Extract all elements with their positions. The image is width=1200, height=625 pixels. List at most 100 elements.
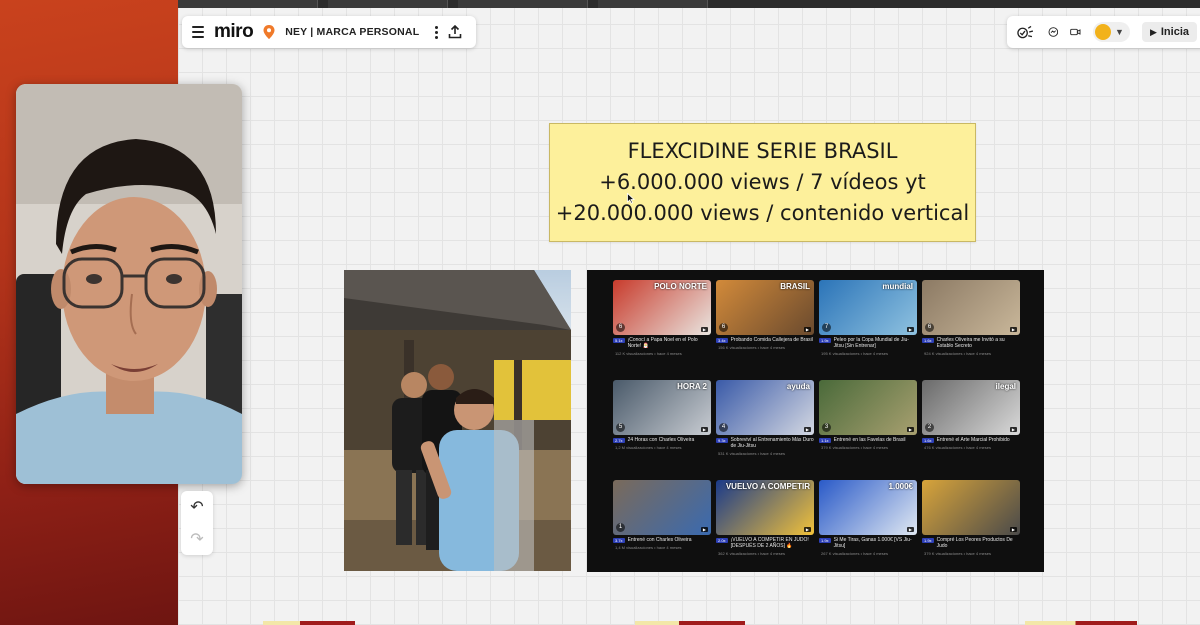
undo-redo-controls: ↶ ↷ xyxy=(181,491,213,555)
video-title[interactable]: ¡Conocí a Papa Noel en el Polo Norte! 🎅 xyxy=(628,337,711,349)
outlier-badge: 1.6x xyxy=(922,438,934,443)
video-stats: 195 K visualizaciones • hace 4 meses xyxy=(821,351,888,356)
video-title[interactable]: Sobreviví al Entrenamiento Más Duro de J… xyxy=(731,437,814,449)
video-card[interactable]: ayuda 4 ▶ 9.3x Sobreviví al Entrenamiento Má… xyxy=(716,380,814,474)
duration-badge: ▶ xyxy=(700,527,708,532)
outlier-badge: 1.6x xyxy=(922,338,934,343)
duration-badge: ▶ xyxy=(700,327,708,332)
video-thumbnail[interactable]: BRASIL 6 ▶ xyxy=(716,280,814,335)
browser-tab-strip xyxy=(178,0,1200,8)
collaborators-menu[interactable]: ▼ xyxy=(1093,22,1130,42)
video-thumbnail[interactable]: 1 ▶ xyxy=(613,480,711,535)
video-card[interactable]: HORA 2 5 ▶ 2.7x 24 Horas con Charles Oliveir… xyxy=(613,380,711,474)
chevron-down-icon: ▼ xyxy=(1115,27,1124,37)
video-icon[interactable] xyxy=(1070,24,1081,40)
more-vertical-icon[interactable] xyxy=(435,25,439,39)
video-card[interactable]: 1 ▶ 3.7x Entrené con Charles Oliveira 1,4 M … xyxy=(613,480,711,574)
video-stats: 924 K visualizaciones • hace 4 meses xyxy=(924,351,991,356)
video-card[interactable]: POLO NORTE 6 ▶ 5.1x ¡Conocí a Papa Noel en e… xyxy=(613,280,711,374)
video-title[interactable]: Peleo por la Copa Mundial de Jiu-Jitsu [… xyxy=(834,337,917,349)
video-thumbnail[interactable]: mundial 7 ▶ xyxy=(819,280,917,335)
duration-badge: ▶ xyxy=(700,427,708,432)
youtube-videos-screenshot[interactable]: POLO NORTE 6 ▶ 5.1x ¡Conocí a Papa Noel en e… xyxy=(587,270,1044,572)
group-photo[interactable] xyxy=(344,270,571,571)
outlier-badge: 1.9x xyxy=(819,538,831,543)
menu-icon[interactable] xyxy=(192,26,204,38)
board-title[interactable]: NEY | MARCA PERSONAL xyxy=(285,26,419,38)
browser-tab[interactable] xyxy=(328,0,448,8)
collaborator-avatar[interactable] xyxy=(1095,24,1112,40)
video-title[interactable]: Si Me Tiras, Ganas 1.000€ [VS Jiu-Jitsu] xyxy=(834,537,917,549)
duration-badge: ▶ xyxy=(1009,327,1017,332)
collaboration-toolbar: ▼ ▶ Inicia xyxy=(1007,16,1200,48)
video-thumbnail[interactable]: 3 ▶ xyxy=(819,380,917,435)
start-presentation-button[interactable]: ▶ Inicia xyxy=(1141,22,1197,42)
sticky-line-vertical-views: +20.000.000 views / contenido vertical xyxy=(555,201,970,225)
webcam-overlay xyxy=(16,84,242,484)
browser-tab[interactable] xyxy=(598,0,708,8)
thumbnail-text: 1.000€ xyxy=(888,482,913,491)
video-card[interactable]: BRASIL 6 ▶ 3.4x Probando Comida Callejera de… xyxy=(716,280,814,374)
thumbnail-text: ayuda xyxy=(786,382,810,391)
video-card[interactable]: VUELVO A COMPETIR ▶ 2.0x ¡VUELVO A COMPETIR… xyxy=(716,480,814,574)
thumbnail-text: BRASIL xyxy=(780,282,810,291)
video-thumbnail[interactable]: HORA 2 5 ▶ xyxy=(613,380,711,435)
video-stats: 112 K visualizaciones • hace 4 meses xyxy=(615,351,682,356)
video-title[interactable]: Entrené con Charles Oliveira xyxy=(628,537,692,543)
video-title[interactable]: Entrené el Arte Marcial Prohibido xyxy=(937,437,1010,443)
outlier-badge: 3.4x xyxy=(716,338,728,343)
browser-tab[interactable] xyxy=(178,0,318,8)
miro-logo[interactable]: miro xyxy=(214,21,254,43)
outlier-badge: 1.9x xyxy=(819,338,831,343)
video-stats: 379 K visualizaciones • hace 4 meses xyxy=(924,551,991,556)
video-thumbnail[interactable]: POLO NORTE 6 ▶ xyxy=(613,280,711,335)
thumbnail-text: VUELVO A COMPETIR xyxy=(725,482,810,491)
video-title[interactable]: Compré Los Peores Productos De Judo xyxy=(937,537,1020,549)
video-card[interactable]: ▶ 1.9x Compré Los Peores Productos De Judo… xyxy=(922,480,1020,574)
video-card[interactable]: 6 ▶ 1.6x Charles Oliveira me Invitó a su Es… xyxy=(922,280,1020,374)
play-icon: ▶ xyxy=(1149,26,1157,37)
mouse-cursor-icon xyxy=(627,193,635,204)
thumbnail-number: 6 xyxy=(616,323,625,332)
thumbnail-text: mundial xyxy=(882,282,913,291)
redo-icon[interactable]: ↷ xyxy=(190,529,203,549)
outlier-badge: 1.9x xyxy=(922,538,934,543)
location-pin-icon[interactable] xyxy=(263,25,275,39)
video-stats: 531 K visualizaciones • hace 4 meses xyxy=(718,451,785,456)
video-thumbnail[interactable]: ilegal 2 ▶ xyxy=(922,380,1020,435)
video-card[interactable]: 3 ▶ 1.1x Entrené en las Favelas de Brasil 37… xyxy=(819,380,917,474)
reactions-icon[interactable] xyxy=(1017,24,1036,40)
outlier-badge: 1.1x xyxy=(819,438,831,443)
video-title[interactable]: Entrené en las Favelas de Brasil xyxy=(834,437,906,443)
video-title[interactable]: ¡VUELVO A COMPETIR EN JUDO! [DESPUÉS DE … xyxy=(731,537,814,549)
video-card[interactable]: 1.000€ ▶ 1.9x Si Me Tiras, Ganas 1.000€ [VS… xyxy=(819,480,917,574)
start-label: Inicia xyxy=(1160,26,1189,38)
video-card[interactable]: mundial 7 ▶ 1.9x Peleo por la Copa Mundial d… xyxy=(819,280,917,374)
outlier-badge: 5.1x xyxy=(613,338,625,343)
video-thumbnail[interactable]: ayuda 4 ▶ xyxy=(716,380,814,435)
outlier-badge: 2.7x xyxy=(613,438,625,443)
thumbnail-number: 3 xyxy=(822,423,831,432)
sticky-note[interactable]: FLEXCIDINE SERIE BRASIL +6.000.000 views… xyxy=(549,123,976,242)
video-stats: 379 K visualizaciones • hace 4 meses xyxy=(821,445,888,450)
video-title[interactable]: Probando Comida Callejera de Brasil xyxy=(731,337,813,343)
undo-icon[interactable]: ↶ xyxy=(190,497,203,517)
video-title[interactable]: Charles Oliveira me Invitó a su Establo … xyxy=(937,337,1020,349)
upload-icon[interactable] xyxy=(448,25,462,39)
thumbnail-number: 7 xyxy=(822,323,831,332)
outlier-badge: 2.0x xyxy=(716,538,728,543)
video-thumbnail[interactable]: 6 ▶ xyxy=(922,280,1020,335)
thumbnail-number: 2 xyxy=(925,423,934,432)
video-title[interactable]: 24 Horas con Charles Oliveira xyxy=(628,437,695,443)
thumbnail-number: 6 xyxy=(925,323,934,332)
sticky-line-youtube-views: +6.000.000 views / 7 vídeos yt xyxy=(599,170,926,194)
thumbnail-number: 4 xyxy=(719,423,728,432)
video-card[interactable]: ilegal 2 ▶ 1.6x Entrené el Arte Marcial Proh… xyxy=(922,380,1020,474)
video-thumbnail[interactable]: VUELVO A COMPETIR ▶ xyxy=(716,480,814,535)
frame-edge xyxy=(263,621,355,625)
browser-tab[interactable] xyxy=(458,0,588,8)
chat-icon[interactable] xyxy=(1048,24,1059,40)
video-stats: 476 K visualizaciones • hace 4 meses xyxy=(924,445,991,450)
video-thumbnail[interactable]: ▶ xyxy=(922,480,1020,535)
video-thumbnail[interactable]: 1.000€ ▶ xyxy=(819,480,917,535)
